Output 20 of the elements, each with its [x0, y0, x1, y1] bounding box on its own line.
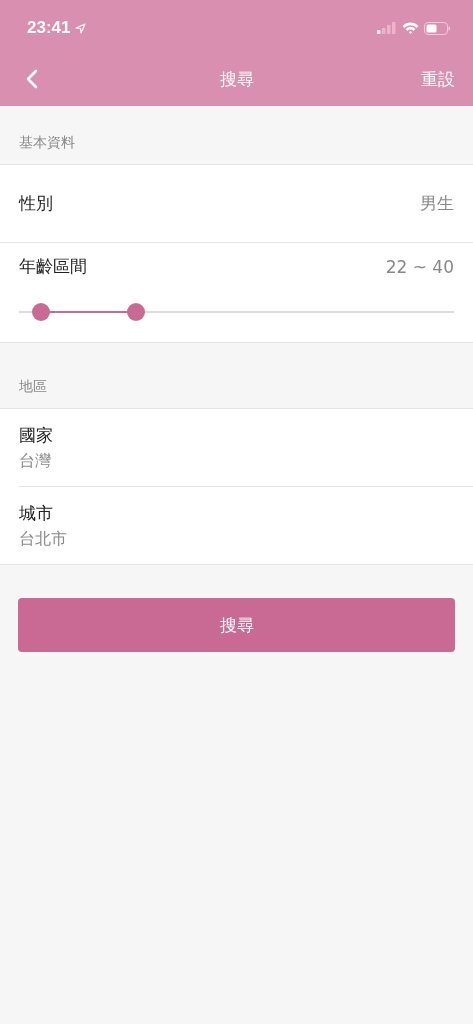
- age-range-label: 年齡區間: [19, 255, 87, 278]
- reset-button[interactable]: 重設: [421, 67, 455, 91]
- section-header: 地區: [19, 378, 47, 396]
- battery-icon: [424, 21, 451, 35]
- section-header: 基本資料: [19, 134, 75, 152]
- slider-thumb[interactable]: [31, 303, 50, 321]
- gender-row[interactable]: 性別 男生: [0, 165, 473, 243]
- field-label: 城市: [19, 501, 54, 525]
- field-value[interactable]: 台北市: [19, 528, 473, 550]
- search-button[interactable]: 搜尋: [18, 598, 455, 652]
- field-label: 國家: [19, 423, 54, 447]
- slider-thumb[interactable]: [127, 303, 146, 321]
- status-time: 23:41: [27, 18, 71, 38]
- wifi-icon: [402, 22, 419, 34]
- page-title: 搜尋: [219, 67, 254, 91]
- back-icon[interactable]: [26, 69, 38, 89]
- age-range-reading: 22 ~ 40: [385, 256, 454, 277]
- location-arrow-icon: [75, 22, 87, 34]
- field-value[interactable]: 台灣: [19, 450, 473, 472]
- signal-icon: [377, 22, 397, 34]
